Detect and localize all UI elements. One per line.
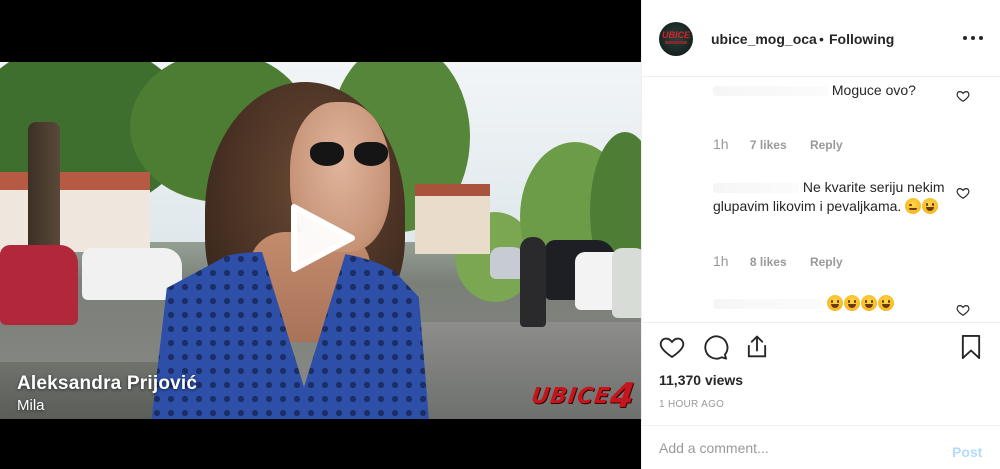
comment-time[interactable]: 1h: [713, 253, 729, 269]
laugh-emoji-icon: [826, 295, 843, 311]
comment-item: Moguce ovo?: [713, 81, 963, 100]
video-car: [0, 245, 78, 325]
video-subject-sunglasses: [310, 142, 390, 168]
laugh-emoji-icon: [843, 295, 860, 311]
comment-likes-link[interactable]: 7 likes: [750, 138, 787, 152]
comment-meta: 1h 8 likes Reply: [713, 253, 843, 269]
comment-likes-link[interactable]: 8 likes: [750, 255, 787, 269]
comment-icon[interactable]: [701, 333, 729, 361]
laugh-emoji-icon: [877, 295, 894, 311]
post-actions: 11,370 views 1 HOUR AGO: [642, 322, 1000, 424]
avatar[interactable]: UBICE: [659, 22, 693, 56]
avatar-logo-mark: UBICE: [662, 30, 691, 40]
comments-list[interactable]: Moguce ovo? 1h 7 likes Reply Ne kvarite …: [642, 78, 1000, 322]
comment-like-heart-icon[interactable]: [956, 186, 970, 200]
video-brand-logo: UBICE4: [529, 372, 638, 416]
video-house: [415, 184, 490, 254]
brand-logo-text: UBICE: [529, 384, 613, 409]
share-icon[interactable]: [743, 333, 771, 361]
comment-username-blurred[interactable]: [713, 183, 799, 194]
more-horizontal-icon[interactable]: [962, 28, 984, 48]
grin-emoji-icon: [922, 198, 939, 214]
post-header: UBICE ubice_mog_oca • Following: [642, 0, 1000, 77]
comment-text: Moguce ovo?: [831, 82, 916, 98]
comment-item: Ne kvarite seriju nekim glupavim likovim…: [713, 178, 963, 216]
video-caption-name: Aleksandra Prijović: [17, 373, 198, 394]
laugh-emoji-icon: [860, 295, 877, 311]
smirk-emoji-icon: [905, 198, 922, 214]
post-comment-button[interactable]: Post: [952, 444, 982, 460]
add-comment-input[interactable]: [659, 436, 939, 460]
video-pedestrian: [520, 237, 546, 327]
comment-reply-button[interactable]: Reply: [810, 138, 843, 152]
comment-composer: Post: [642, 425, 1000, 469]
post-timestamp: 1 HOUR AGO: [659, 399, 725, 410]
video-car: [612, 248, 641, 318]
video-player[interactable]: Aleksandra Prijović Mila UBICE4: [0, 0, 641, 469]
comment-username-blurred[interactable]: [713, 299, 823, 310]
avatar-logo-underline: [665, 41, 687, 44]
comment-meta: 1h 7 likes Reply: [713, 136, 843, 152]
comment-reply-button[interactable]: Reply: [810, 255, 843, 269]
separator-dot: •: [819, 31, 824, 47]
comment-username-blurred[interactable]: [713, 86, 828, 97]
heart-icon[interactable]: [658, 333, 686, 361]
brand-logo-number: 4: [607, 376, 638, 416]
video-caption-role: Mila: [17, 397, 45, 414]
following-button[interactable]: Following: [829, 31, 894, 47]
video-house: [0, 172, 150, 252]
comment-time[interactable]: 1h: [713, 136, 729, 152]
comment-item: [713, 294, 963, 313]
username-link[interactable]: ubice_mog_oca: [711, 31, 817, 47]
post-side-panel: UBICE ubice_mog_oca • Following Moguce o…: [641, 0, 1000, 469]
comment-like-heart-icon[interactable]: [956, 89, 970, 103]
bookmark-icon[interactable]: [957, 333, 985, 361]
view-count[interactable]: 11,370 views: [659, 372, 743, 388]
comment-like-heart-icon[interactable]: [956, 303, 970, 317]
play-icon[interactable]: [288, 203, 358, 273]
